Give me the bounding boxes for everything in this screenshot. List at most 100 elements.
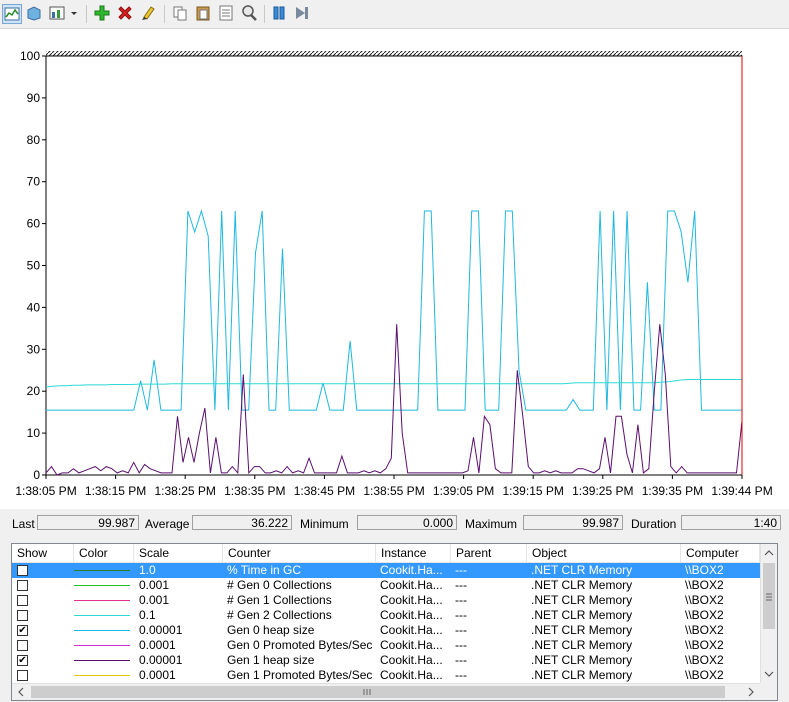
x-tick-label: 1:39:15 PM xyxy=(503,484,564,498)
scale-cell: 0.001 xyxy=(139,578,170,592)
change-graph-type-button[interactable] xyxy=(48,4,68,24)
y-tick-label: 10 xyxy=(27,426,41,440)
scale-cell: 0.0001 xyxy=(139,638,176,652)
paste-counter-list-button[interactable] xyxy=(194,4,214,24)
y-tick-label: 50 xyxy=(27,259,41,273)
minimum-label: Minimum xyxy=(300,517,349,531)
legend-row[interactable]: 0.1 # Gen 2 Collections Cookit.Ha... --- .NE… xyxy=(12,608,760,623)
parent-cell: --- xyxy=(455,593,467,607)
legend-row[interactable]: 0.001 # Gen 1 Collections Cookit.Ha... ---.… xyxy=(12,593,760,608)
add-counter-button[interactable] xyxy=(93,4,113,24)
scrollbar-corner xyxy=(760,683,777,700)
parent-cell: --- xyxy=(455,623,467,637)
column-header-computer[interactable]: Computer xyxy=(681,544,760,562)
object-cell: .NET CLR Memory xyxy=(531,563,633,577)
legend-header: Show Color Scale Counter Instance Parent… xyxy=(12,544,760,563)
legend-row[interactable]: 1.0 % Time in GC Cookit.Ha... --- .NET CLR M… xyxy=(12,563,760,578)
scroll-down-icon xyxy=(764,671,774,677)
instance-cell: Cookit.Ha... xyxy=(380,623,443,637)
show-checkbox[interactable] xyxy=(17,610,28,621)
x-tick-label: 1:38:55 PM xyxy=(363,484,424,498)
maximum-value: 99.987 xyxy=(523,515,623,530)
properties-button[interactable] xyxy=(217,4,237,24)
object-cell: .NET CLR Memory xyxy=(531,578,633,592)
column-header-scale[interactable]: Scale xyxy=(134,544,223,562)
show-checkbox[interactable]: ✔ xyxy=(17,655,28,666)
scroll-up-icon xyxy=(764,550,774,556)
delete-counter-button[interactable] xyxy=(116,4,136,24)
column-header-instance[interactable]: Instance xyxy=(376,544,451,562)
column-header-counter[interactable]: Counter xyxy=(223,544,376,562)
show-checkbox[interactable] xyxy=(17,595,28,606)
toolbar-separator xyxy=(164,5,165,23)
scale-cell: 0.00001 xyxy=(139,623,183,637)
computer-cell: \\BOX2 xyxy=(685,623,724,637)
counter-legend-list[interactable]: Show Color Scale Counter Instance Parent… xyxy=(11,543,778,701)
parent-cell: --- xyxy=(455,653,467,667)
magnifier-icon xyxy=(242,5,257,21)
chevron-down-icon xyxy=(71,12,77,15)
object-cell: .NET CLR Memory xyxy=(531,608,633,622)
show-checkbox[interactable] xyxy=(17,580,28,591)
column-header-object[interactable]: Object xyxy=(527,544,681,562)
average-label: Average xyxy=(145,517,190,531)
scroll-thumb xyxy=(763,563,775,629)
show-checkbox[interactable] xyxy=(17,640,28,651)
plot-frame xyxy=(45,55,743,476)
column-header-parent[interactable]: Parent xyxy=(451,544,527,562)
y-tick-label: 100 xyxy=(20,49,40,63)
legend-horizontal-scrollbar[interactable] xyxy=(12,683,760,700)
instance-cell: Cookit.Ha... xyxy=(380,593,443,607)
legend-row[interactable]: 0.0001 Gen 1 Promoted Bytes/Sec Cookit.Ha.… xyxy=(12,668,760,683)
average-value: 36.222 xyxy=(192,515,292,530)
color-swatch xyxy=(74,660,130,661)
scale-cell: 0.1 xyxy=(139,608,156,622)
freeze-display-button[interactable] xyxy=(270,4,290,24)
show-checkbox[interactable] xyxy=(17,565,28,576)
duration-value: 1:40 xyxy=(681,515,781,530)
counter-cell: % Time in GC xyxy=(227,563,302,577)
parent-cell: --- xyxy=(455,638,467,652)
highlight-button[interactable] xyxy=(139,4,159,24)
legend-row[interactable]: 0.0001 Gen 0 Promoted Bytes/Sec Cookit.Ha.… xyxy=(12,638,760,653)
legend-row[interactable]: ✔ 0.00001 Gen 1 heap size Cookit.Ha... --- .N… xyxy=(12,653,760,668)
object-cell: .NET CLR Memory xyxy=(531,668,633,682)
column-header-show[interactable]: Show xyxy=(12,544,74,562)
update-data-button[interactable] xyxy=(293,4,313,24)
x-tick-label: 1:39:35 PM xyxy=(642,484,703,498)
legend-vertical-scrollbar[interactable] xyxy=(760,544,777,683)
legend-row[interactable]: ✔ 0.00001 Gen 0 heap size Cookit.Ha... --- .N… xyxy=(12,623,760,638)
graph-type-dropdown[interactable] xyxy=(68,4,80,24)
color-swatch xyxy=(74,675,130,676)
line-graph-icon xyxy=(4,7,20,21)
y-tick-label: 70 xyxy=(27,175,41,189)
show-checkbox[interactable] xyxy=(17,670,28,681)
column-header-color[interactable]: Color xyxy=(74,544,134,562)
view-graph-button[interactable] xyxy=(2,4,22,24)
instance-cell: Cookit.Ha... xyxy=(380,578,443,592)
scale-cell: 0.0001 xyxy=(139,668,176,682)
scroll-left-icon xyxy=(18,687,24,697)
y-tick-label: 40 xyxy=(27,300,41,314)
copy-properties-button[interactable] xyxy=(171,4,191,24)
computer-cell: \\BOX2 xyxy=(685,563,724,577)
instance-cell: Cookit.Ha... xyxy=(380,668,443,682)
legend-row[interactable]: 0.001 # Gen 0 Collections Cookit.Ha... ---.… xyxy=(12,578,760,593)
x-tick-label: 1:39:25 PM xyxy=(572,484,633,498)
counter-cell: Gen 0 Promoted Bytes/Sec xyxy=(227,638,372,652)
counter-cell: # Gen 2 Collections xyxy=(227,608,332,622)
view-histogram-button[interactable] xyxy=(25,4,45,24)
y-tick-label: 30 xyxy=(27,342,41,356)
instance-cell: Cookit.Ha... xyxy=(380,608,443,622)
zoom-button[interactable] xyxy=(240,4,260,24)
plus-icon xyxy=(94,5,110,21)
step-icon xyxy=(296,7,308,19)
show-checkbox[interactable]: ✔ xyxy=(17,625,28,636)
scale-cell: 0.001 xyxy=(139,593,170,607)
toolbar xyxy=(0,0,789,29)
counter-cell: Gen 1 heap size xyxy=(227,653,315,667)
counter-cell: Gen 0 heap size xyxy=(227,623,315,637)
x-tick-label: 1:38:15 PM xyxy=(85,484,146,498)
scale-cell: 0.00001 xyxy=(139,653,183,667)
x-tick-label: 1:38:25 PM xyxy=(155,484,216,498)
